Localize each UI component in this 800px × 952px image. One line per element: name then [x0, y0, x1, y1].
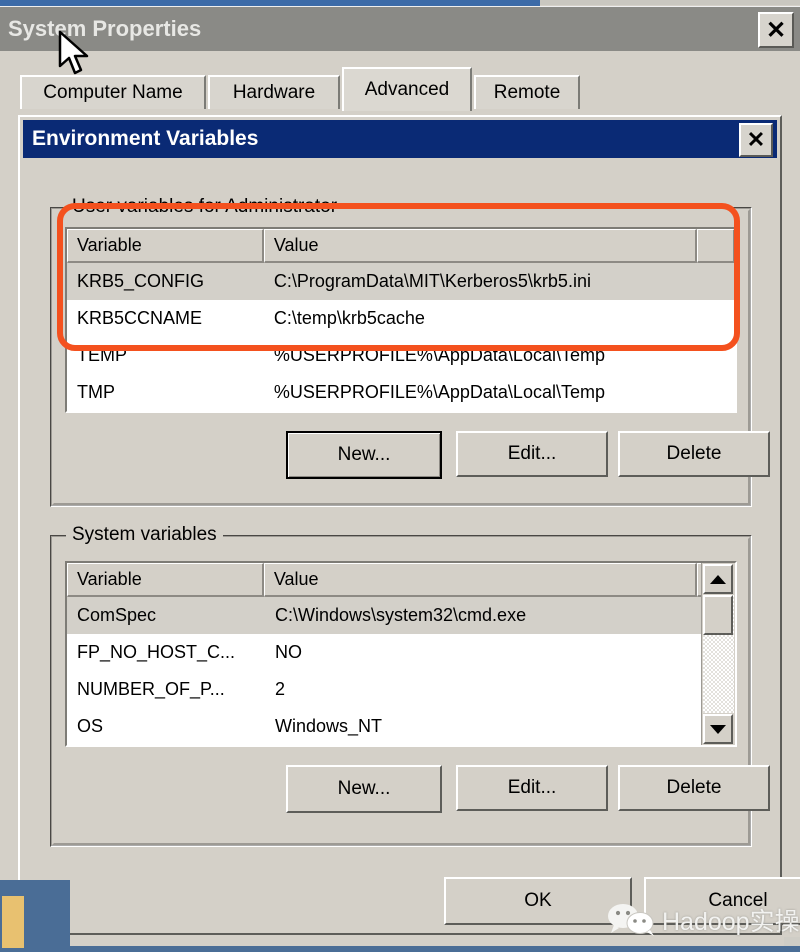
- dialog-title: Environment Variables: [32, 127, 259, 150]
- cell-variable: FP_NO_HOST_C...: [77, 642, 236, 662]
- cell-value: C:\ProgramData\MIT\Kerberos5\krb5.ini: [273, 271, 591, 291]
- cell-value: C:\Windows\system32\cmd.exe: [275, 605, 527, 625]
- system-variables-scrollbar[interactable]: [701, 563, 735, 745]
- system-variables-list[interactable]: Variable Value ComSpec C:\Windows\system…: [65, 561, 737, 747]
- scroll-up-button[interactable]: [703, 564, 733, 594]
- cell-variable: KRB5_CONFIG: [77, 271, 205, 291]
- tab-label: Advanced: [364, 79, 450, 100]
- ok-button[interactable]: OK: [444, 877, 632, 925]
- taskbar-item: [2, 896, 24, 948]
- scroll-down-button[interactable]: [703, 714, 733, 744]
- cell-value: C:\temp\krb5cache: [273, 308, 425, 328]
- user-variables-list[interactable]: Variable Value KRB5_CONFIG C:\ProgramDat…: [65, 227, 737, 413]
- chevron-up-icon: [710, 574, 726, 584]
- user-variables-group: User variables for Administrator Variabl…: [50, 196, 770, 507]
- cell-variable: KRB5CCNAME: [77, 308, 203, 328]
- environment-variables-dialog: Environment Variables ✕ User variables f…: [18, 115, 800, 935]
- table-row[interactable]: TMP %USERPROFILE%\AppData\Local\Temp: [67, 374, 735, 411]
- user-variables-group-label: User variables for Administrator: [66, 196, 344, 218]
- tab-advanced[interactable]: Advanced: [342, 67, 472, 111]
- system-delete-button[interactable]: Delete: [618, 765, 770, 811]
- table-row[interactable]: FP_NO_HOST_C... NO: [67, 634, 735, 671]
- column-header-variable: Variable: [67, 563, 264, 597]
- user-new-button[interactable]: New...: [286, 431, 442, 479]
- scrollbar-thumb[interactable]: [703, 595, 733, 635]
- close-icon[interactable]: ✕: [758, 12, 794, 48]
- table-row[interactable]: KRB5_CONFIG C:\ProgramData\MIT\Kerberos5…: [67, 263, 735, 300]
- desktop-top-strip-right: [540, 0, 800, 5]
- system-properties-window: System Properties ✕ Computer Name Hardwa…: [0, 6, 800, 937]
- user-delete-button[interactable]: Delete: [618, 431, 770, 477]
- taskbar-strip: [58, 946, 800, 952]
- table-row[interactable]: OS Windows_NT: [67, 708, 735, 745]
- tab-label: Remote: [493, 82, 561, 103]
- close-icon[interactable]: ✕: [739, 123, 773, 157]
- user-variables-header-row: Variable Value: [67, 229, 735, 263]
- cell-variable: OS: [77, 716, 104, 736]
- system-variables-group: System variables Variable Value ComSpec: [50, 524, 770, 847]
- cell-value: Windows_NT: [275, 716, 383, 736]
- table-row[interactable]: KRB5CCNAME C:\temp\krb5cache: [67, 300, 735, 337]
- tab-computer-name[interactable]: Computer Name: [20, 75, 206, 109]
- system-edit-button[interactable]: Edit...: [456, 765, 608, 811]
- environment-variables-titlebar: Environment Variables: [23, 120, 777, 158]
- cell-variable: TMP: [77, 382, 115, 402]
- cell-value: 2: [275, 679, 286, 699]
- tab-hardware[interactable]: Hardware: [208, 75, 340, 109]
- table-row[interactable]: ComSpec C:\Windows\system32\cmd.exe: [67, 597, 735, 634]
- column-header-value: Value: [263, 229, 698, 263]
- system-properties-titlebar: System Properties: [0, 7, 800, 51]
- table-row[interactable]: TEMP %USERPROFILE%\AppData\Local\Temp: [67, 337, 735, 374]
- column-header-variable: Variable: [67, 229, 264, 263]
- cell-value: %USERPROFILE%\AppData\Local\Temp: [273, 345, 605, 365]
- chevron-down-icon: [710, 724, 726, 734]
- tab-label: Hardware: [232, 82, 316, 103]
- tab-remote[interactable]: Remote: [474, 75, 580, 109]
- taskbar: [0, 880, 70, 952]
- cell-value: %USERPROFILE%\AppData\Local\Temp: [273, 382, 605, 402]
- user-edit-button[interactable]: Edit...: [456, 431, 608, 477]
- cell-value: NO: [275, 642, 302, 662]
- system-variables-group-label: System variables: [66, 524, 223, 546]
- system-new-button[interactable]: New...: [286, 765, 442, 813]
- tab-label: Computer Name: [43, 82, 183, 103]
- cell-variable: NUMBER_OF_P...: [77, 679, 225, 699]
- page-title: System Properties: [8, 16, 202, 41]
- column-header-value: Value: [263, 563, 698, 597]
- screenshot-root: System Properties ✕ Computer Name Hardwa…: [0, 0, 800, 952]
- cell-variable: TEMP: [77, 345, 128, 365]
- cancel-button[interactable]: Cancel: [644, 877, 800, 925]
- cell-variable: ComSpec: [77, 605, 157, 625]
- table-row[interactable]: NUMBER_OF_P... 2: [67, 671, 735, 708]
- system-variables-header-row: Variable Value: [67, 563, 735, 597]
- column-header-spacer: [697, 229, 735, 263]
- tab-strip: Computer Name Hardware Advanced Remote: [20, 65, 780, 111]
